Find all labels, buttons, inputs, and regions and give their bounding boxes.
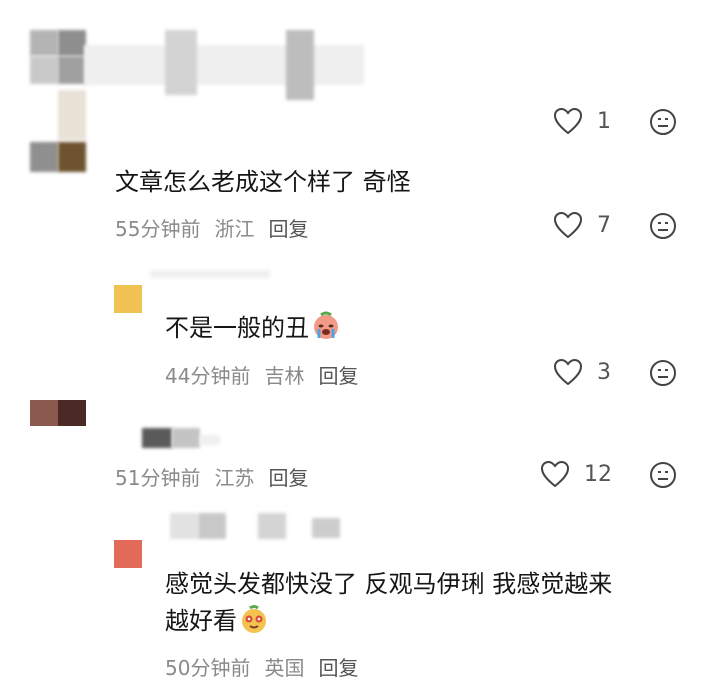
comment-time: 55分钟前 [115,217,201,241]
heart-outline-icon [553,358,583,386]
like-button[interactable]: 1 [553,107,611,135]
comment-location: 浙江 [214,217,255,241]
comment-meta: 50分钟前 英国 回复 [165,652,358,681]
face-menu-icon[interactable] [649,108,677,136]
comment-text-line-2: 越好看 [165,601,269,641]
avatar[interactable] [114,285,142,313]
like-count: 12 [584,461,612,487]
reply-button[interactable]: 回复 [318,652,358,681]
like-button[interactable]: 12 [540,460,612,488]
face-menu-icon[interactable] [649,212,677,240]
avatar[interactable] [114,540,142,568]
comment-location: 吉林 [264,364,305,388]
comment-text: 文章怎么老成这个样了 奇怪 [115,168,411,196]
blurred-username [150,270,270,278]
comment-text-content: 越好看 [165,607,237,635]
face-menu-icon[interactable] [649,461,677,489]
reply-button[interactable]: 回复 [268,213,308,242]
comment-meta: 51分钟前 江苏 回复 [115,462,308,491]
comment-meta: 55分钟前 浙江 回复 [115,213,308,242]
face-menu-icon[interactable] [649,359,677,387]
like-count: 3 [597,359,611,385]
heart-outline-icon [553,107,583,135]
comment-text-line-1: 感觉头发都快没了 反观马伊琍 我感觉越来 [165,570,613,598]
heart-outline-icon [540,460,570,488]
comment-time: 51分钟前 [115,466,201,490]
comment-location: 江苏 [214,466,255,490]
comment-text-content: 不是一般的丑 [165,314,309,342]
like-button[interactable]: 3 [553,358,611,386]
happy-emoji-icon [242,605,266,633]
like-count: 1 [597,108,611,134]
heart-outline-icon [553,211,583,239]
reply-button[interactable]: 回复 [318,360,358,389]
comment-meta: 44分钟前 吉林 回复 [165,360,358,389]
comment-location: 英国 [264,656,305,680]
comment-text: 不是一般的丑 [165,308,341,348]
comment-time: 50分钟前 [165,656,251,680]
like-count: 7 [597,212,611,238]
like-button[interactable]: 7 [553,211,611,239]
comment-time: 44分钟前 [165,364,251,388]
reply-button[interactable]: 回复 [268,462,308,491]
crying-emoji-icon [314,311,338,339]
